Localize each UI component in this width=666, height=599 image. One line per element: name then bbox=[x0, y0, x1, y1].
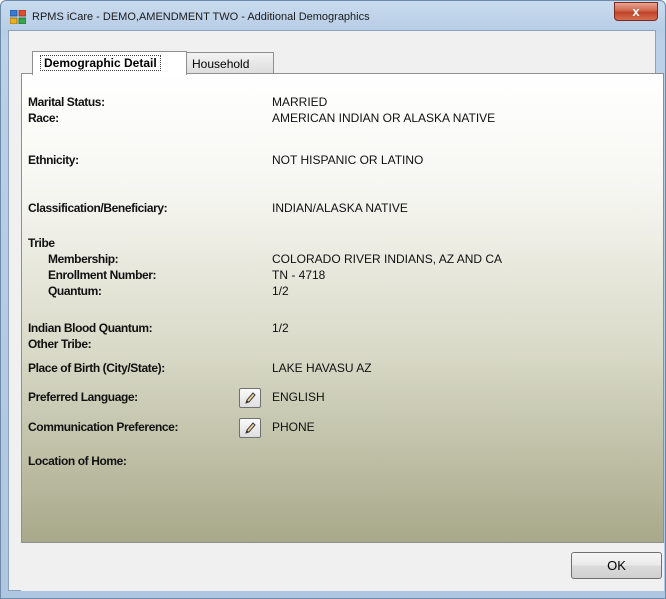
enrollment-number-value: TN - 4718 bbox=[272, 268, 326, 282]
pencil-icon bbox=[245, 422, 256, 434]
tab-household-label: Household bbox=[192, 57, 250, 71]
other-tribe-label: Other Tribe: bbox=[28, 337, 92, 351]
indian-blood-quantum-label: Indian Blood Quantum: bbox=[28, 321, 153, 335]
marital-status-label: Marital Status: bbox=[28, 95, 105, 109]
indian-blood-quantum-value: 1/2 bbox=[272, 321, 289, 335]
close-icon: x bbox=[632, 4, 640, 19]
communication-preference-value: PHONE bbox=[272, 420, 315, 434]
place-of-birth-label: Place of Birth (City/State): bbox=[28, 361, 165, 375]
quantum-label: Quantum: bbox=[48, 284, 102, 298]
pencil-icon bbox=[245, 392, 256, 404]
ethnicity-label: Ethnicity: bbox=[28, 153, 79, 167]
classification-label: Classification/Beneficiary: bbox=[28, 201, 168, 215]
place-of-birth-value: LAKE HAVASU AZ bbox=[272, 361, 372, 375]
race-label: Race: bbox=[28, 111, 59, 125]
membership-label: Membership: bbox=[48, 252, 119, 266]
marital-status-value: MARRIED bbox=[272, 95, 328, 109]
membership-value: COLORADO RIVER INDIANS, AZ AND CA bbox=[272, 252, 503, 266]
ethnicity-value: NOT HISPANIC OR LATINO bbox=[272, 153, 424, 167]
edit-communication-preference-button[interactable] bbox=[239, 418, 261, 438]
preferred-language-label: Preferred Language: bbox=[28, 390, 138, 404]
edit-preferred-language-button[interactable] bbox=[239, 388, 261, 408]
preferred-language-value: ENGLISH bbox=[272, 390, 325, 404]
dialog-footer bbox=[21, 543, 664, 591]
close-button[interactable]: x bbox=[614, 2, 658, 21]
tribe-heading: Tribe bbox=[28, 236, 55, 250]
enrollment-number-label: Enrollment Number: bbox=[48, 268, 157, 282]
classification-value: INDIAN/ALASKA NATIVE bbox=[272, 201, 408, 215]
communication-preference-label: Communication Preference: bbox=[28, 420, 179, 434]
app-icon bbox=[10, 10, 26, 24]
race-value: AMERICAN INDIAN OR ALASKA NATIVE bbox=[272, 111, 496, 125]
tab-household[interactable]: Household bbox=[184, 52, 274, 74]
title-bar[interactable]: RPMS iCare - DEMO,AMENDMENT TWO - Additi… bbox=[1, 1, 665, 31]
quantum-value: 1/2 bbox=[272, 284, 289, 298]
tab-demographic-detail[interactable]: Demographic Detail bbox=[32, 51, 187, 75]
demographic-detail-panel bbox=[21, 73, 664, 543]
ok-button[interactable]: OK bbox=[571, 552, 662, 579]
location-of-home-label: Location of Home: bbox=[28, 454, 127, 468]
tab-demographic-detail-label: Demographic Detail bbox=[40, 55, 161, 71]
window-title: RPMS iCare - DEMO,AMENDMENT TWO - Additi… bbox=[32, 11, 370, 23]
